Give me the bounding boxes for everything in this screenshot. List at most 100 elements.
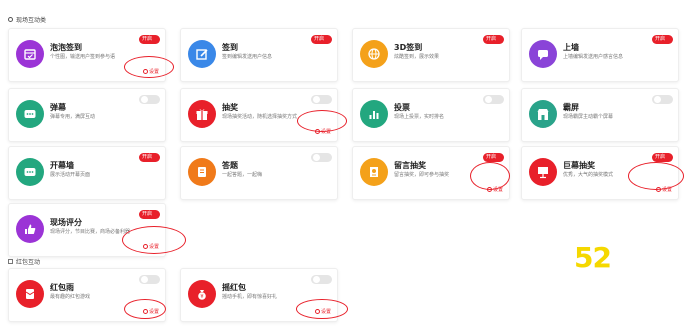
card-title: 投票	[394, 103, 410, 112]
card-title: 上墙	[563, 43, 579, 52]
red-envelope-icon	[16, 280, 44, 308]
feature-card[interactable]: 红包雨 最有趣的红包游戏 设置	[8, 268, 166, 322]
message-dots-icon	[16, 100, 44, 128]
document-icon	[188, 158, 216, 186]
feature-card[interactable]: 签到签到编辑发送用户信息 开启	[180, 28, 338, 82]
card-title: 现场评分	[50, 218, 82, 227]
enable-toggle[interactable]: 开启	[139, 153, 160, 162]
section-title: 现场互动类	[16, 17, 47, 24]
section-header-interactive: 现场互动类	[8, 15, 46, 24]
gear-icon	[142, 244, 148, 249]
enable-toggle[interactable]: 开启	[483, 153, 504, 162]
enable-toggle[interactable]: 开启	[311, 35, 332, 44]
gear-icon	[314, 129, 320, 134]
globe-icon	[360, 40, 388, 68]
enable-toggle[interactable]: 开启	[652, 35, 673, 44]
card-description: 个性图，输送用户签到参与语	[50, 54, 116, 60]
gear-icon	[142, 69, 148, 74]
feature-card[interactable]: 巨幕抽奖优秀，大气的抽奖模式 开启设置	[521, 146, 679, 200]
enable-toggle[interactable]	[311, 275, 332, 284]
card-description: 签到编辑发送用户信息	[222, 54, 273, 60]
trophy-doc-icon	[360, 158, 388, 186]
card-title: 答题	[222, 161, 238, 170]
gear-icon	[486, 187, 492, 192]
section-dot-icon	[8, 17, 13, 22]
card-title: 签到	[222, 43, 238, 52]
section-header-red-packet: 红包互动	[8, 257, 40, 266]
settings-link[interactable]: 设置	[142, 243, 159, 250]
settings-link[interactable]: 设置	[314, 128, 331, 135]
feature-card[interactable]: 开幕墙 展示活动开幕页面 开启	[8, 146, 166, 200]
toggle-label: 开启	[486, 154, 497, 160]
feature-card[interactable]: 现场评分现场评分，节目比赛，商场必备利器 开启设置	[8, 203, 166, 257]
store-icon	[529, 100, 557, 128]
toggle-knob	[141, 96, 148, 103]
settings-link[interactable]: 设置	[655, 186, 672, 193]
card-description: 最有趣的红包游戏	[50, 294, 91, 300]
toggle-label: 开启	[142, 211, 153, 217]
toggle-label: 开启	[314, 36, 325, 42]
bar-chart-icon	[360, 100, 388, 128]
card-title: 留言抽奖	[394, 161, 426, 170]
card-description: 现场评分，节目比赛，商场必备利器	[50, 229, 131, 235]
feature-card[interactable]: 上墙上墙编辑发送用户感言信息 开启	[521, 28, 679, 82]
enable-toggle[interactable]: 开启	[139, 210, 160, 219]
message-dots-icon	[16, 158, 44, 186]
gear-icon	[655, 187, 661, 192]
settings-link[interactable]: 设置	[142, 68, 159, 75]
enable-toggle[interactable]	[483, 95, 504, 104]
settings-label: 设置	[661, 187, 672, 193]
section-title: 红包互动	[16, 259, 41, 266]
toggle-label: 开启	[142, 36, 153, 42]
card-description: 炫酷签到，展示效果	[394, 54, 440, 60]
watermark-logo: 52	[574, 241, 612, 274]
toggle-label: 开启	[486, 36, 497, 42]
card-description: 留言抽奖，即可参与抽奖	[394, 172, 450, 178]
toggle-knob	[313, 276, 320, 283]
card-description: 优秀，大气的抽奖模式	[563, 172, 614, 178]
card-description: 展示活动开幕页面	[50, 172, 91, 178]
card-description: 上墙编辑发送用户感言信息	[563, 54, 624, 60]
card-description: 现场抽奖活动，随机选择抽奖方式	[222, 114, 298, 120]
enable-toggle[interactable]: 开启	[139, 35, 160, 44]
feature-card[interactable]: 泡泡签到 个性图，输送用户签到参与语 开启 设置	[8, 28, 166, 82]
toggle-knob	[313, 96, 320, 103]
enable-toggle[interactable]	[652, 95, 673, 104]
settings-label: 设置	[320, 309, 331, 315]
card-title: 抽奖	[222, 103, 238, 112]
feature-card[interactable]: 答题 一起答题，一起嗨	[180, 146, 338, 200]
toggle-knob	[654, 96, 661, 103]
enable-toggle[interactable]	[139, 275, 160, 284]
enable-toggle[interactable]: 开启	[652, 153, 673, 162]
feature-card[interactable]: 抽奖现场抽奖活动，随机选择抽奖方式设置	[180, 88, 338, 142]
gear-icon	[142, 309, 148, 314]
toggle-label: 开启	[655, 36, 666, 42]
gift-icon	[188, 100, 216, 128]
presentation-icon	[529, 158, 557, 186]
card-title: 巨幕抽奖	[563, 161, 595, 170]
toggle-label: 开启	[655, 154, 666, 160]
toggle-knob	[313, 154, 320, 161]
card-title: 3D签到	[394, 43, 423, 52]
enable-toggle[interactable]	[311, 95, 332, 104]
enable-toggle[interactable]: 开启	[483, 35, 504, 44]
card-description: 现场上投票，实时排名	[394, 114, 445, 120]
feature-card[interactable]: 弹幕弹幕专用，满屏互动	[8, 88, 166, 142]
card-description: 弹幕专用，满屏互动	[50, 114, 96, 120]
feature-card[interactable]: 霸屏 现场霸屏主动霸个屏幕	[521, 88, 679, 142]
settings-link[interactable]: 设置	[314, 308, 331, 315]
chat-bubble-icon	[529, 40, 557, 68]
enable-toggle[interactable]	[139, 95, 160, 104]
feature-card[interactable]: 3D签到炫酷签到，展示效果 开启	[352, 28, 510, 82]
settings-link[interactable]: 设置	[486, 186, 503, 193]
feature-card[interactable]: 投票现场上投票，实时排名	[352, 88, 510, 142]
feature-card[interactable]: ¥ 摇红包 摇动手机，即有惊喜好礼 设置	[180, 268, 338, 322]
feature-card[interactable]: 留言抽奖留言抽奖，即可参与抽奖 开启设置	[352, 146, 510, 200]
card-title: 弹幕	[50, 103, 66, 112]
settings-link[interactable]: 设置	[142, 308, 159, 315]
card-title: 霸屏	[563, 103, 579, 112]
calendar-check-icon	[16, 40, 44, 68]
enable-toggle[interactable]	[311, 153, 332, 162]
thumbs-up-icon	[16, 215, 44, 243]
money-bag-icon: ¥	[188, 280, 216, 308]
